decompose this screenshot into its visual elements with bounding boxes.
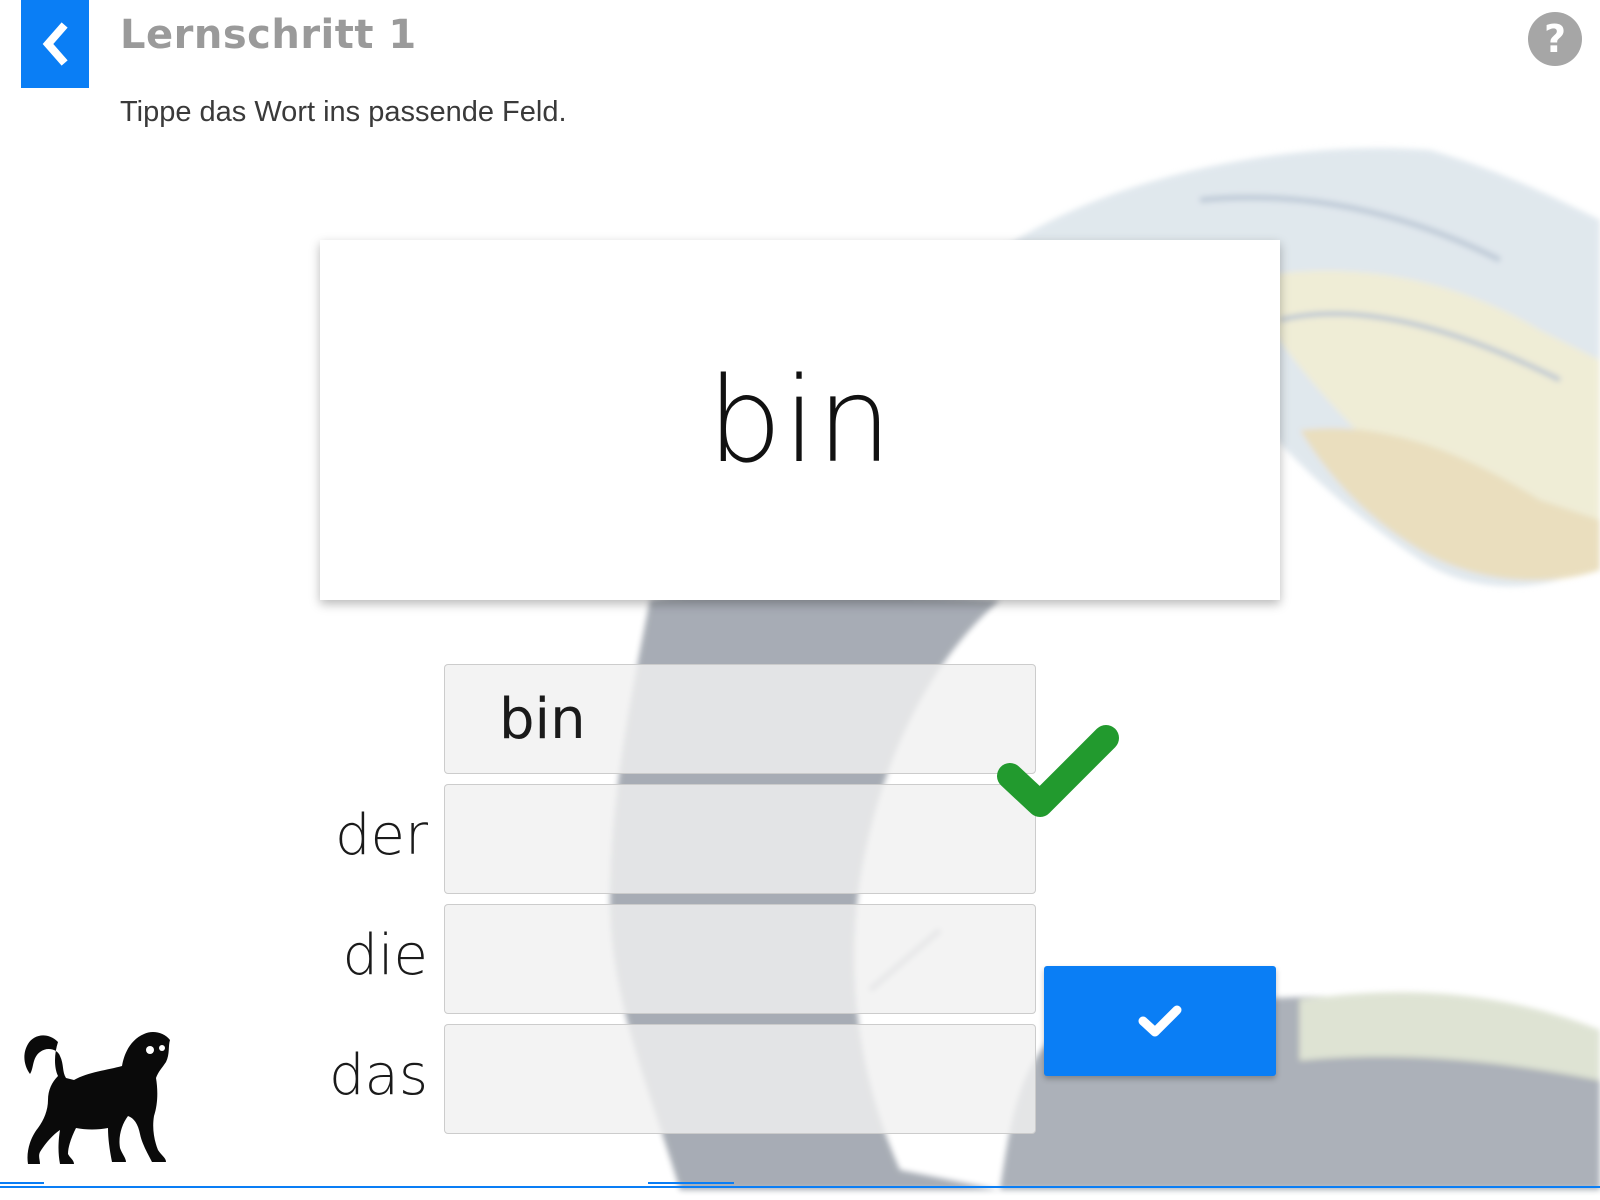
row-label-das: das [328,1043,428,1108]
background-illustration [610,148,1600,1190]
submit-button[interactable] [1044,966,1276,1076]
chevron-left-icon [42,22,68,66]
answer-row-1 [0,664,1600,774]
answer-field-der[interactable] [444,784,1036,894]
page-title: Lernschritt 1 [120,12,417,58]
help-icon: ? [1543,17,1567,61]
help-button[interactable]: ? [1528,12,1582,66]
answer-row-das: das [0,1024,1600,1134]
progress-line [0,1186,1600,1188]
dog-icon [24,1032,170,1164]
back-button[interactable] [21,0,89,88]
check-icon [1138,1005,1182,1037]
answer-field-1[interactable] [444,664,1036,774]
progress-segment [0,1182,44,1184]
checkmark-icon [997,725,1119,817]
answer-field-das[interactable] [444,1024,1036,1134]
progress-segment [648,1182,734,1184]
instruction-text: Tippe das Wort ins passende Feld. [120,96,567,128]
answer-field-die[interactable] [444,904,1036,1014]
row-label-der: der [334,803,428,868]
answer-row-die: die [0,904,1600,1014]
word-card: bin [320,240,1280,600]
row-label-die: die [342,923,428,988]
target-word: bin [707,351,893,489]
answer-row-der: der [0,784,1600,894]
